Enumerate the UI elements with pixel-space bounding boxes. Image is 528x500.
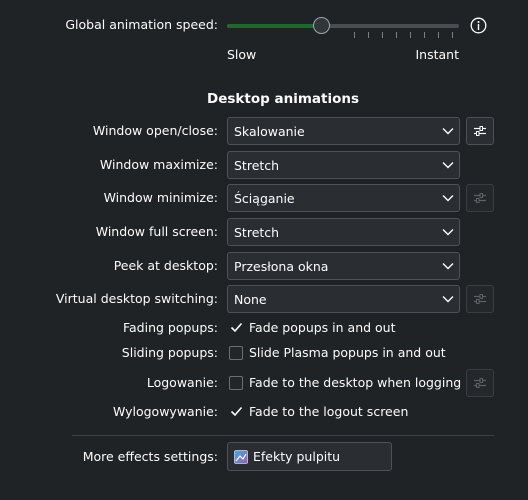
window-open-close-configure-button[interactable]: [466, 117, 494, 145]
separator: [72, 435, 494, 436]
slider-slow-label: Slow: [227, 47, 257, 62]
desktop-effects-button[interactable]: Efekty pulpitu: [227, 442, 392, 471]
animation-speed-slider[interactable]: [227, 14, 459, 42]
virtual-desktop-configure-button[interactable]: [466, 285, 494, 313]
checkbox-box: [229, 375, 243, 390]
wylogowywanie-label: Wylogowywanie:: [112, 404, 218, 419]
desktop-effects-icon: [234, 449, 248, 464]
animation-speed-label: Global animation speed:: [65, 17, 218, 32]
virtual-desktop-switching-label: Virtual desktop switching:: [55, 291, 218, 306]
logowanie-label: Logowanie:: [146, 375, 218, 390]
info-icon[interactable]: [470, 17, 487, 34]
configure-icon: [474, 294, 486, 304]
combo-value: Stretch: [234, 157, 280, 173]
combo-value: Ściąganie: [234, 190, 295, 206]
window-maximize-combo[interactable]: Stretch: [227, 151, 460, 179]
sliding-popups-checkbox[interactable]: Slide Plasma popups in and out: [229, 345, 446, 360]
fading-popups-label: Fading popups:: [122, 320, 218, 335]
checkmark-icon: [229, 405, 243, 419]
window-full-screen-combo[interactable]: Stretch: [227, 218, 460, 246]
configure-icon: [474, 193, 486, 203]
checkbox-text: Fade to the desktop when logging in: [249, 375, 477, 390]
chevron-down-icon: [437, 295, 459, 303]
checkbox-text: Fade popups in and out: [249, 320, 396, 335]
chevron-down-icon: [437, 127, 459, 135]
slider-instant-label: Instant: [415, 47, 459, 62]
checkmark-icon: [229, 321, 243, 335]
wylogowywanie-checkbox[interactable]: Fade to the logout screen: [229, 404, 408, 419]
combo-value: Skalowanie: [234, 123, 305, 139]
peek-at-desktop-combo[interactable]: Przesłona okna: [227, 252, 460, 280]
combo-value: Przesłona okna: [234, 258, 329, 274]
checkbox-text: Fade to the logout screen: [249, 404, 409, 419]
configure-icon: [474, 378, 486, 388]
chevron-down-icon: [437, 228, 459, 236]
section-title: Desktop animations: [207, 91, 359, 107]
window-open-close-combo[interactable]: Skalowanie: [227, 117, 460, 145]
more-effects-label: More effects settings:: [82, 449, 218, 464]
slider-fill: [227, 24, 322, 28]
combo-value: Stretch: [234, 224, 280, 240]
window-open-close-label: Window open/close:: [92, 123, 218, 138]
logowanie-configure-button[interactable]: [466, 369, 494, 397]
window-full-screen-label: Window full screen:: [95, 224, 218, 239]
window-minimize-label: Window minimize:: [103, 190, 218, 205]
desktop-effects-button-label: Efekty pulpitu: [253, 449, 341, 464]
peek-at-desktop-label: Peek at desktop:: [113, 258, 218, 273]
logowanie-checkbox[interactable]: Fade to the desktop when logging in: [229, 375, 477, 390]
virtual-desktop-switching-combo[interactable]: None: [227, 285, 460, 313]
slider-handle[interactable]: [312, 17, 330, 34]
window-minimize-configure-button[interactable]: [466, 184, 494, 212]
window-minimize-combo[interactable]: Ściąganie: [227, 184, 460, 212]
checkbox-text: Slide Plasma popups in and out: [249, 345, 446, 360]
chevron-down-icon: [437, 262, 459, 270]
fading-popups-checkbox[interactable]: Fade popups in and out: [229, 320, 396, 335]
chevron-down-icon: [437, 194, 459, 202]
combo-value: None: [234, 291, 267, 307]
sliding-popups-label: Sliding popups:: [121, 345, 218, 360]
configure-icon: [474, 126, 486, 136]
slider-ticks: [354, 32, 453, 38]
chevron-down-icon: [437, 161, 459, 169]
window-maximize-label: Window maximize:: [99, 157, 218, 172]
checkbox-box: [229, 345, 243, 360]
